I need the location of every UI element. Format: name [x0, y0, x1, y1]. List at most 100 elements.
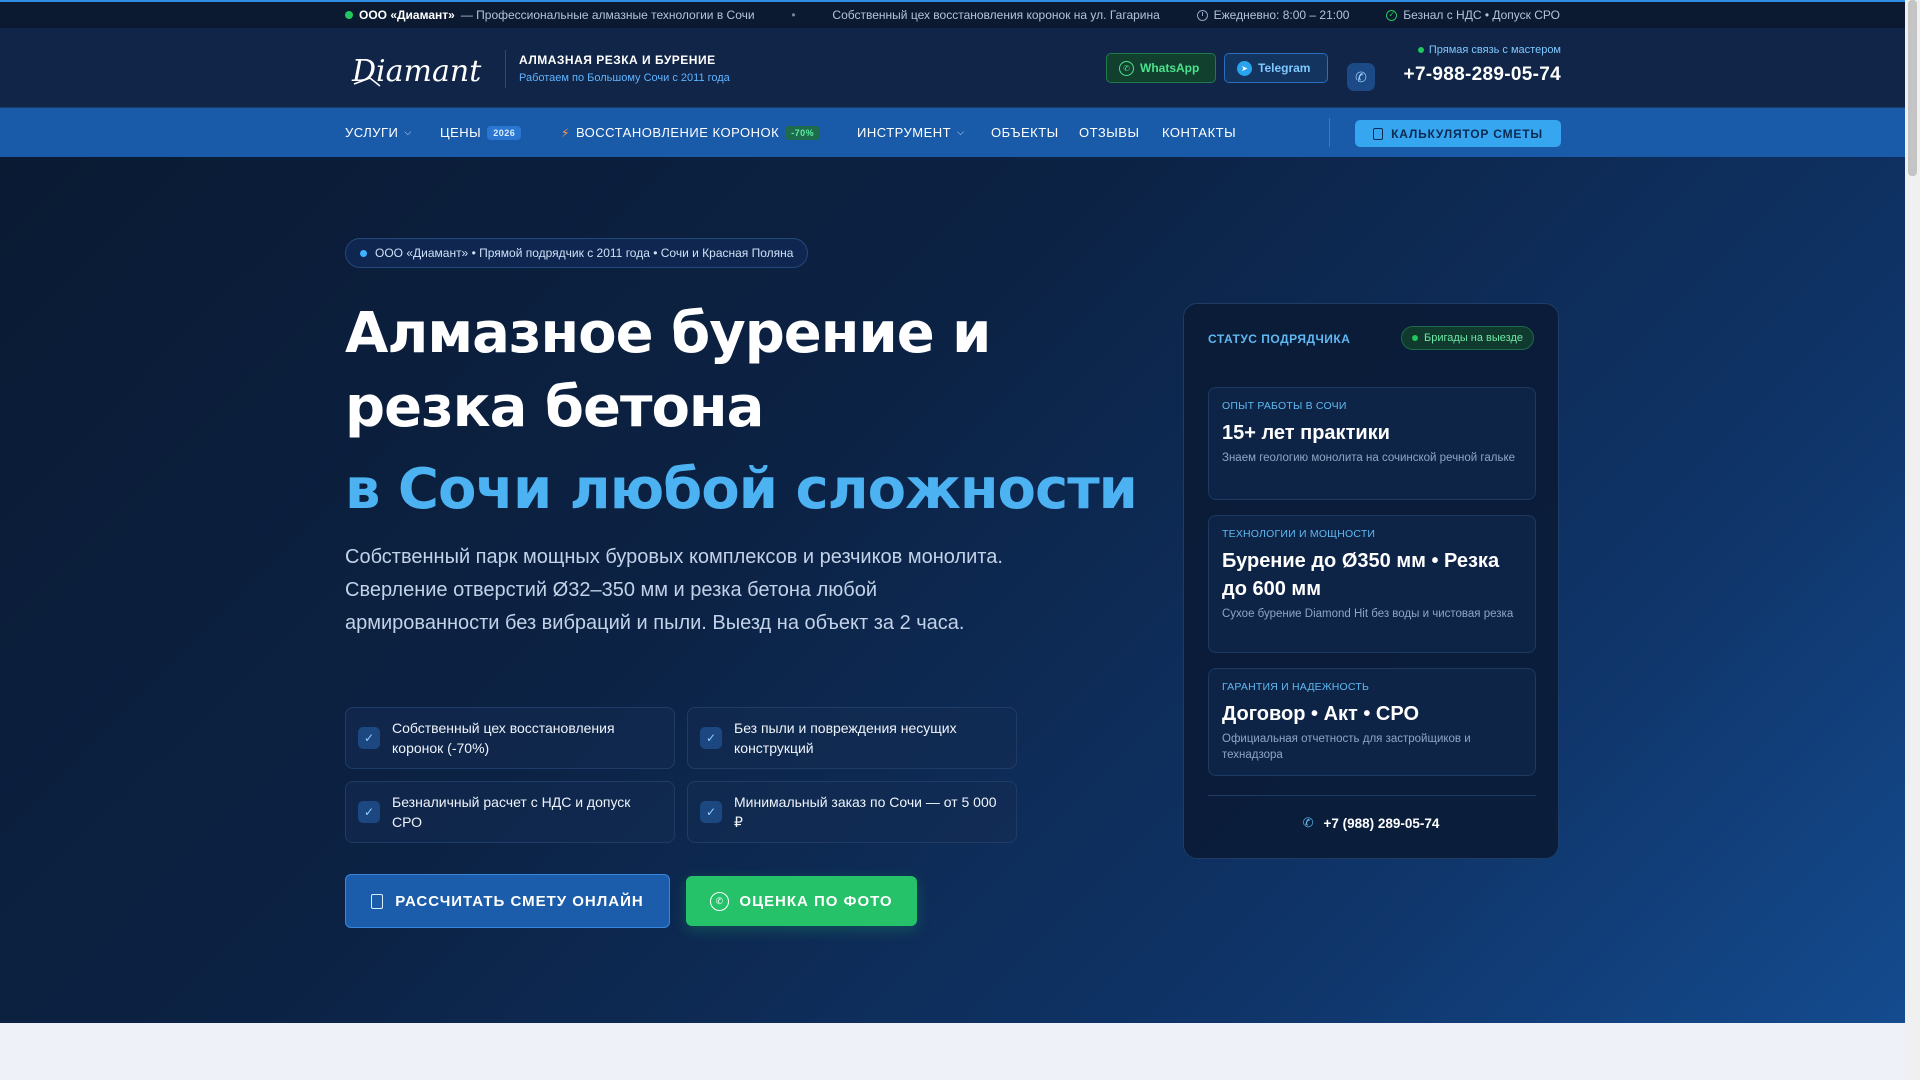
- topbar-payment: ✓ Безнал с НДС • Допуск СРО: [1386, 8, 1560, 22]
- logo[interactable]: Diamant: [350, 48, 490, 92]
- telegram-button[interactable]: ➤ Telegram: [1224, 53, 1328, 83]
- whatsapp-label: WhatsApp: [1140, 61, 1200, 75]
- status-dot-icon: [1412, 335, 1419, 341]
- stat-desc: Сухое бурение Diamond Hit без воды и чис…: [1222, 608, 1514, 620]
- topbar-workshop: Собственный цех восстановления коронок н…: [832, 8, 1160, 22]
- restoration-discount-badge: -70%: [785, 125, 821, 140]
- whatsapp-button[interactable]: ✆ WhatsApp: [1106, 53, 1216, 83]
- check-icon: ✓: [700, 801, 722, 823]
- clock-icon: [1196, 9, 1208, 21]
- topbar-hours-text: Ежедневно: 8:00 – 21:00: [1213, 8, 1350, 22]
- nav-objects[interactable]: ОБЪЕКТЫ: [991, 125, 1059, 140]
- header-title: АЛМАЗНАЯ РЕЗКА И БУРЕНИЕ: [519, 53, 716, 67]
- check-icon: ✓: [358, 801, 380, 823]
- bolt-icon: ⚡: [561, 125, 570, 140]
- telegram-icon: ➤: [1237, 60, 1252, 76]
- stat-technology: ТЕХНОЛОГИИ И МОЩНОСТИ Бурение до Ø350 мм…: [1208, 515, 1536, 653]
- feature-text: Собственный цех восстановления коронок (…: [392, 720, 615, 756]
- topbar-tagline: — Профессиональные алмазные технологии в…: [460, 8, 755, 22]
- scrollbar-thumb[interactable]: [1908, 0, 1917, 176]
- nav-restoration[interactable]: ⚡ ВОССТАНОВЛЕНИЕ КОРОНОК -70%: [561, 125, 821, 140]
- stat-desc: Официальная отчетность для застройщиков …: [1222, 733, 1471, 761]
- nav-restoration-label: ВОССТАНОВЛЕНИЕ КОРОНОК: [575, 125, 780, 140]
- hero-lead: Собственный парк мощных буровых комплекс…: [345, 546, 1003, 634]
- contractor-status-card: СТАТУС ПОДРЯДЧИКА Бригады на выезде ОПЫТ…: [1183, 303, 1559, 859]
- logo-divider: [505, 50, 506, 88]
- header-subtitle: Работаем по Большому Сочи с 2011 года: [519, 72, 730, 84]
- stat-value: Бурение до Ø350 мм • Резка до 600 мм: [1222, 550, 1500, 600]
- pill-dot-icon: [360, 249, 367, 257]
- whatsapp-icon: ✆: [710, 891, 730, 911]
- calculate-estimate-button[interactable]: РАССЧИТАТЬ СМЕТУ ОНЛАЙН: [345, 874, 670, 928]
- status-badge-text: Бригады на выезде: [1424, 332, 1523, 344]
- stat-guarantee: ГАРАНТИЯ И НАДЕЖНОСТЬ Договор • Акт • СР…: [1208, 668, 1536, 776]
- phone-icon[interactable]: ✆: [1347, 63, 1375, 91]
- calculator-button[interactable]: КАЛЬКУЛЯТОР СМЕТЫ: [1355, 120, 1561, 147]
- feature-card: ✓ Собственный цех восстановления коронок…: [345, 707, 675, 769]
- nav-reviews[interactable]: ОТЗЫВЫ: [1079, 125, 1139, 140]
- site-header: Diamant АЛМАЗНАЯ РЕЗКА И БУРЕНИЕ Работае…: [0, 28, 1905, 108]
- nav-tools-label: ИНСТРУМЕНТ: [857, 125, 952, 140]
- feature-card: ✓ Безналичный расчет с НДС и допуск СРО: [345, 781, 675, 843]
- nav-contacts[interactable]: КОНТАКТЫ: [1162, 125, 1236, 140]
- whatsapp-icon: ✆: [1119, 60, 1134, 76]
- stat-experience: ОПЫТ РАБОТЫ В СОЧИ 15+ лет практики Знае…: [1208, 387, 1536, 500]
- stat-value: 15+ лет практики: [1222, 422, 1390, 444]
- topbar-payment-text: Безнал с НДС • Допуск СРО: [1403, 8, 1560, 22]
- stat-label: ОПЫТ РАБОТЫ В СОЧИ: [1222, 400, 1347, 412]
- topbar-separator: •: [791, 8, 796, 22]
- card-phone-text: +7 (988) 289-05-74: [1323, 815, 1440, 831]
- calculator-label: КАЛЬКУЛЯТОР СМЕТЫ: [1391, 126, 1543, 141]
- diamant-logo-icon: Diamant: [351, 54, 482, 89]
- direct-contact-label: Прямая связь с мастером: [1417, 44, 1561, 56]
- calculator-icon: [1373, 127, 1384, 140]
- stat-label: ТЕХНОЛОГИИ И МОЩНОСТИ: [1222, 528, 1376, 540]
- nav-prices-label: ЦЕНЫ: [440, 125, 482, 140]
- calculate-estimate-label: РАССЧИТАТЬ СМЕТУ ОНЛАЙН: [395, 892, 644, 910]
- online-dot-icon: [345, 11, 353, 19]
- nav-prices[interactable]: ЦЕНЫ 2026: [440, 125, 522, 140]
- hero-pill-text: ООО «Диамант» • Прямой подрядчик с 2011 …: [375, 246, 794, 260]
- calculator-icon: [371, 893, 384, 909]
- online-dot-icon: [1417, 47, 1424, 53]
- feature-text: Безналичный расчет с НДС и допуск СРО: [392, 794, 631, 830]
- topbar-hours: Ежедневно: 8:00 – 21:00: [1196, 8, 1350, 22]
- main-nav: УСЛУГИ ⌵ ЦЕНЫ 2026 ⚡ ВОССТАНОВЛЕНИЕ КОРО…: [0, 108, 1905, 157]
- feature-text: Без пыли и повреждения несущих конструкц…: [734, 720, 957, 756]
- stat-label: ГАРАНТИЯ И НАДЕЖНОСТЬ: [1222, 681, 1370, 693]
- feature-text: Минимальный заказ по Сочи — от 5 000 ₽: [734, 794, 997, 830]
- nav-tools[interactable]: ИНСТРУМЕНТ ⌵: [857, 125, 964, 140]
- hero-title-accent: в Сочи любой сложности: [345, 457, 1138, 522]
- card-divider: [1208, 795, 1536, 796]
- check-icon: ✓: [358, 727, 380, 749]
- topbar-company: ООО «Диамант» — Профессиональные алмазны…: [345, 8, 755, 22]
- photo-estimate-label: ОЦЕНКА ПО ФОТО: [739, 892, 893, 910]
- direct-contact-text: Прямая связь с мастером: [1428, 44, 1561, 56]
- header-phone-link[interactable]: +7-988-289-05-74: [1404, 64, 1561, 86]
- check-icon: ✓: [700, 727, 722, 749]
- chevron-down-icon: ⌵: [404, 127, 412, 137]
- card-phone-link[interactable]: ✆ +7 (988) 289-05-74: [1184, 815, 1558, 831]
- stat-value: Договор • Акт • СРО: [1222, 703, 1420, 725]
- feature-card: ✓ Без пыли и повреждения несущих констру…: [687, 707, 1017, 769]
- topbar-company-name: ООО «Диамант»: [359, 8, 455, 22]
- stat-desc: Знаем геологию монолита на сочинской реч…: [1222, 452, 1516, 464]
- nav-services-label: УСЛУГИ: [345, 125, 399, 140]
- next-section-strip: [0, 1023, 1905, 1080]
- status-badge: Бригады на выезде: [1401, 326, 1534, 350]
- chevron-down-icon: ⌵: [957, 127, 965, 137]
- prices-year-badge: 2026: [487, 125, 522, 140]
- photo-estimate-button[interactable]: ✆ ОЦЕНКА ПО ФОТО: [686, 876, 917, 926]
- phone-icon: ✆: [1302, 815, 1314, 830]
- top-info-bar: ООО «Диамант» — Профессиональные алмазны…: [0, 2, 1905, 28]
- hero-title: Алмазное бурение и резка бетона: [345, 301, 991, 440]
- hero-pill: ООО «Диамант» • Прямой подрядчик с 2011 …: [345, 238, 809, 268]
- feature-card: ✓ Минимальный заказ по Сочи — от 5 000 ₽: [687, 781, 1017, 843]
- nav-divider: [1329, 118, 1330, 147]
- nav-services[interactable]: УСЛУГИ ⌵: [345, 125, 412, 140]
- logo-wordmark: Diamant: [351, 54, 482, 89]
- status-card-title: СТАТУС ПОДРЯДЧИКА: [1208, 332, 1351, 346]
- telegram-label: Telegram: [1258, 61, 1311, 75]
- hero-section: ООО «Диамант» • Прямой подрядчик с 2011 …: [0, 157, 1905, 1023]
- check-circle-icon: ✓: [1386, 9, 1398, 21]
